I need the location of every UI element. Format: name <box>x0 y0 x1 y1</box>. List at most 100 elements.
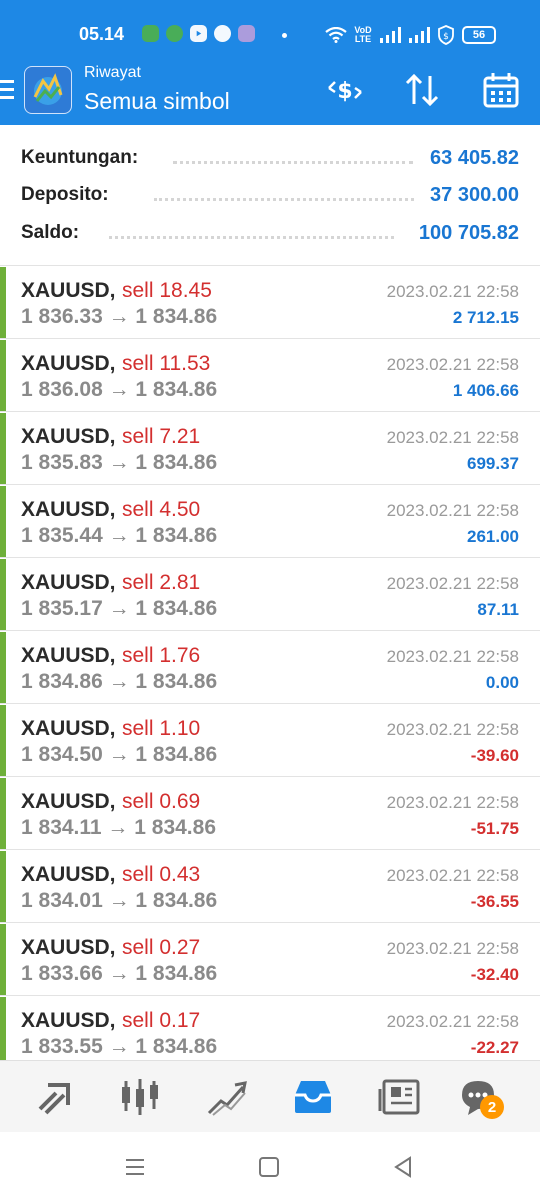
app-header-area: 05.14 VoD LTE $ 56 Riwayat Semua simbol … <box>0 0 540 125</box>
deposit-withdraw-icon[interactable]: $ <box>325 70 365 110</box>
profit-row: Keuntungan: 63 405.82 <box>21 143 519 173</box>
bottom-tab-bar <box>0 1060 540 1132</box>
dotted-leader <box>154 198 414 201</box>
trade-profit: 0.00 <box>485 673 519 692</box>
page-title[interactable]: Semua simbol <box>84 88 230 115</box>
more-notifications-icon <box>282 33 287 38</box>
trade-time: 2023.02.21 22:58 <box>386 647 519 666</box>
trade-symbol: XAUUSD, <box>21 1009 116 1032</box>
row-accent <box>0 340 6 411</box>
trade-side: sell 11.53 <box>122 352 211 375</box>
profit-label: Keuntungan: <box>21 147 139 168</box>
row-accent <box>0 778 6 849</box>
dotted-leader <box>109 236 394 239</box>
trade-symbol: XAUUSD, <box>21 790 116 813</box>
trade-row[interactable]: XAUUSD, sell 7.21 1 835.83 → 1 834.86 20… <box>0 412 540 485</box>
deposit-label: Deposito: <box>21 184 109 205</box>
trade-row[interactable]: XAUUSD, sell 0.69 1 834.11 → 1 834.86 20… <box>0 777 540 850</box>
trade-profit: 1 406.66 <box>452 381 519 400</box>
svg-text:$: $ <box>443 32 449 42</box>
trade-row[interactable]: XAUUSD, sell 2.81 1 835.17 → 1 834.86 20… <box>0 558 540 631</box>
app-bar: Riwayat Semua simbol $ <box>0 62 540 125</box>
chat-notification-badge: 2 <box>480 1095 504 1119</box>
chart-icon[interactable] <box>118 1075 162 1119</box>
trade-side: sell 1.10 <box>122 717 201 740</box>
wifi-icon <box>325 27 347 43</box>
app-icon <box>238 25 255 42</box>
trade-prices: 1 836.08 → 1 834.86 <box>21 378 218 401</box>
system-nav-bar <box>0 1132 540 1200</box>
trade-side: sell 0.27 <box>122 936 201 959</box>
sort-icon[interactable] <box>402 70 442 110</box>
trade-row[interactable]: XAUUSD, sell 4.50 1 835.44 → 1 834.86 20… <box>0 485 540 558</box>
trade-profit: -36.55 <box>470 892 519 911</box>
trade-side: sell 0.17 <box>122 1009 201 1032</box>
battery-indicator: 56 <box>462 26 496 44</box>
history-icon[interactable] <box>291 1075 335 1119</box>
menu-icon[interactable] <box>0 80 16 102</box>
trade-symbol: XAUUSD, <box>21 936 116 959</box>
trade-row[interactable]: XAUUSD, sell 11.53 1 836.08 → 1 834.86 2… <box>0 339 540 412</box>
trade-row[interactable]: XAUUSD, sell 0.17 1 833.55 → 1 834.86 20… <box>0 996 540 1060</box>
trade-symbol: XAUUSD, <box>21 279 116 302</box>
trade-time: 2023.02.21 22:58 <box>386 1012 519 1031</box>
trade-prices: 1 836.33 → 1 834.86 <box>21 305 218 328</box>
row-accent <box>0 632 6 703</box>
row-accent <box>0 924 6 995</box>
trade-time: 2023.02.21 22:58 <box>386 428 519 447</box>
trade-symbol: XAUUSD, <box>21 498 116 521</box>
trade-symbol: XAUUSD, <box>21 644 116 667</box>
deposit-row: Deposito: 37 300.00 <box>21 180 519 210</box>
news-icon[interactable] <box>378 1075 422 1119</box>
trade-time: 2023.02.21 22:58 <box>386 793 519 812</box>
trade-row[interactable]: XAUUSD, sell 1.10 1 834.50 → 1 834.86 20… <box>0 704 540 777</box>
balance-row: Saldo: 100 705.82 <box>21 218 519 248</box>
trade-side: sell 4.50 <box>122 498 201 521</box>
profit-value: 63 405.82 <box>430 147 519 169</box>
deposit-value: 37 300.00 <box>430 184 519 206</box>
quotes-icon[interactable] <box>34 1075 78 1119</box>
trade-row[interactable]: XAUUSD, sell 0.27 1 833.66 → 1 834.86 20… <box>0 923 540 996</box>
balance-value: 100 705.82 <box>418 222 519 244</box>
youtube-icon <box>190 25 207 42</box>
trade-side: sell 7.21 <box>122 425 201 448</box>
trade-profit: 2 712.15 <box>452 308 519 327</box>
dotted-leader <box>173 161 413 164</box>
trade-icon[interactable] <box>205 1075 249 1119</box>
trade-prices: 1 835.17 → 1 834.86 <box>21 597 218 620</box>
trade-side: sell 0.43 <box>122 863 201 886</box>
trade-profit: -39.60 <box>470 746 519 765</box>
trade-time: 2023.02.21 22:58 <box>386 282 519 301</box>
trade-profit: 699.37 <box>467 454 519 473</box>
trade-history-list[interactable]: XAUUSD, sell 18.45 1 836.33 → 1 834.86 2… <box>0 265 540 1060</box>
row-accent <box>0 997 6 1060</box>
trade-prices: 1 834.86 → 1 834.86 <box>21 670 218 693</box>
calendar-icon[interactable] <box>481 70 521 110</box>
notification-icons <box>142 25 255 42</box>
trade-prices: 1 834.11 → 1 834.86 <box>21 816 216 839</box>
status-right: VoD LTE $ 56 <box>325 24 496 46</box>
vpn-shield-icon: $ <box>438 25 454 45</box>
trade-time: 2023.02.21 22:58 <box>386 866 519 885</box>
trade-row[interactable]: XAUUSD, sell 0.43 1 834.01 → 1 834.86 20… <box>0 850 540 923</box>
back-icon[interactable] <box>390 1154 416 1180</box>
trade-profit: 261.00 <box>467 527 519 546</box>
row-accent <box>0 851 6 922</box>
signal-2-icon <box>409 27 430 43</box>
trade-row[interactable]: XAUUSD, sell 18.45 1 836.33 → 1 834.86 2… <box>0 266 540 339</box>
status-bar: 05.14 VoD LTE $ 56 <box>0 0 540 62</box>
row-accent <box>0 413 6 484</box>
trade-time: 2023.02.21 22:58 <box>386 574 519 593</box>
trade-side: sell 1.76 <box>122 644 201 667</box>
volte-indicator: VoD LTE <box>354 25 372 44</box>
trade-side: sell 18.45 <box>122 279 212 302</box>
trade-row[interactable]: XAUUSD, sell 1.76 1 834.86 → 1 834.86 20… <box>0 631 540 704</box>
recent-apps-icon[interactable] <box>122 1154 148 1180</box>
row-accent <box>0 705 6 776</box>
svg-text:$: $ <box>337 79 352 104</box>
trade-prices: 1 835.83 → 1 834.86 <box>21 451 218 474</box>
home-icon[interactable] <box>256 1154 282 1180</box>
trade-side: sell 2.81 <box>122 571 201 594</box>
row-accent <box>0 267 6 338</box>
trade-time: 2023.02.21 22:58 <box>386 939 519 958</box>
